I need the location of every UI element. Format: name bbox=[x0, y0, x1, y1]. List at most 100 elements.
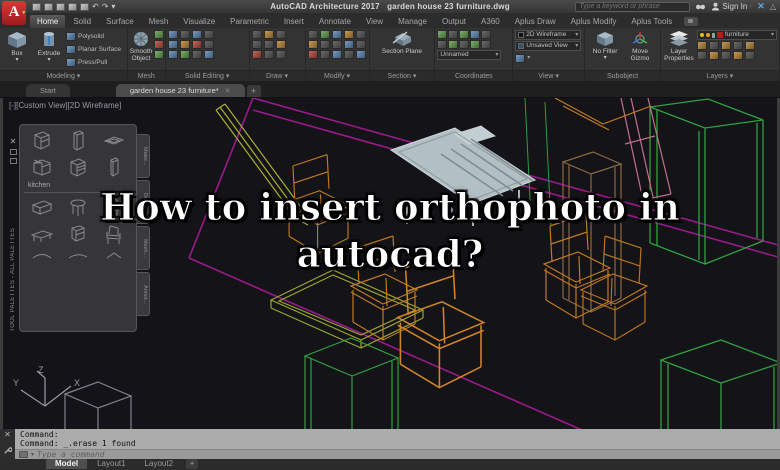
solid-tool-icon[interactable] bbox=[203, 50, 214, 59]
viewport-controls-label[interactable]: [-][Custom View][2D Wireframe] bbox=[9, 101, 121, 110]
file-tab-active[interactable]: garden house 23 furniture* ✕ bbox=[115, 84, 245, 97]
layer-tool-icon[interactable] bbox=[720, 51, 731, 60]
move-gizmo-button[interactable]: Move Gizmo bbox=[625, 30, 655, 62]
tab-annotate[interactable]: Annotate bbox=[312, 15, 358, 28]
tab-parametric[interactable]: Parametric bbox=[223, 15, 276, 28]
subtract-icon[interactable] bbox=[167, 40, 178, 49]
modify-tool-icon[interactable] bbox=[319, 40, 330, 49]
modify-tool-icon[interactable] bbox=[319, 50, 330, 59]
new-layout-button[interactable]: + bbox=[186, 458, 199, 469]
extrude-button[interactable]: Extrude ▾ bbox=[34, 30, 64, 63]
palette-autohide-icon[interactable] bbox=[9, 149, 17, 155]
command-input-row[interactable]: ▾ Type a command bbox=[15, 449, 780, 459]
command-close-icon[interactable]: ✕ bbox=[4, 431, 11, 439]
help-search-input[interactable] bbox=[575, 1, 691, 12]
layer-tool-icon[interactable] bbox=[708, 51, 719, 60]
no-filter-button[interactable]: No Filter ▾ bbox=[590, 30, 620, 61]
ucs-tool-icon[interactable] bbox=[459, 40, 470, 49]
layer-tool-icon[interactable] bbox=[720, 41, 731, 50]
named-view-dropdown[interactable]: Unsaved View ▾ bbox=[515, 41, 582, 51]
layer-tool-icon[interactable] bbox=[708, 41, 719, 50]
draw-tool-icon[interactable] bbox=[263, 50, 274, 59]
panel-label-modeling[interactable]: Modeling ▾ bbox=[0, 70, 127, 81]
ucs-tool-icon[interactable] bbox=[437, 40, 448, 49]
new-drawing-button[interactable]: + bbox=[246, 85, 261, 97]
press-pull-button[interactable]: Press/Pull bbox=[66, 56, 121, 68]
planar-surface-button[interactable]: Planar Surface bbox=[66, 43, 121, 55]
panel-label-solid-editing[interactable]: Solid Editing ▾ bbox=[165, 70, 249, 81]
layer-tool-icon[interactable] bbox=[696, 41, 707, 50]
modify-tool-icon[interactable] bbox=[355, 50, 366, 59]
tab-output[interactable]: Output bbox=[435, 15, 473, 28]
mesh-tool-icon[interactable] bbox=[154, 40, 165, 49]
layer-tool-icon[interactable] bbox=[744, 41, 755, 50]
palette-tool-tall-cabinet-icon[interactable] bbox=[66, 129, 90, 153]
solid-tool-icon[interactable] bbox=[191, 40, 202, 49]
modify-tool-icon[interactable] bbox=[331, 30, 342, 39]
search-icon[interactable] bbox=[695, 2, 707, 11]
undo-icon[interactable]: ↶ bbox=[92, 2, 99, 11]
modify-tool-icon[interactable] bbox=[343, 30, 354, 39]
palette-tool-cabinet-icon[interactable] bbox=[30, 129, 54, 153]
layer-tool-icon[interactable] bbox=[696, 51, 707, 60]
line-icon[interactable] bbox=[251, 30, 262, 39]
ucs-tool-icon[interactable] bbox=[448, 30, 459, 39]
section-plane-button[interactable]: Section Plane bbox=[380, 30, 424, 55]
solid-tool-icon[interactable] bbox=[191, 30, 202, 39]
palette-tool-sink-icon[interactable] bbox=[102, 129, 126, 153]
visual-style-dropdown[interactable]: 2D Wireframe ▾ bbox=[515, 30, 582, 40]
redo-icon[interactable]: ↷ bbox=[102, 2, 109, 11]
panel-label-layers[interactable]: Layers ▾ bbox=[660, 70, 779, 81]
solid-tool-icon[interactable] bbox=[179, 50, 190, 59]
panel-label-section[interactable]: Section ▾ bbox=[369, 70, 435, 81]
open-file-icon[interactable] bbox=[44, 2, 53, 11]
union-icon[interactable] bbox=[167, 30, 178, 39]
ucs-icon[interactable] bbox=[437, 30, 448, 39]
ucs-tool-icon[interactable] bbox=[481, 30, 492, 39]
mesh-tool-icon[interactable] bbox=[154, 30, 165, 39]
sign-in-button[interactable]: Sign In ▾ bbox=[711, 2, 752, 11]
solid-tool-icon[interactable] bbox=[191, 50, 202, 59]
file-tab-start[interactable]: Start bbox=[26, 84, 70, 97]
layer-tool-icon[interactable] bbox=[732, 41, 743, 50]
palette-close-icon[interactable]: ✕ bbox=[10, 138, 17, 146]
save-icon[interactable] bbox=[56, 2, 65, 11]
named-ucs-dropdown[interactable]: Unnamed ▾ bbox=[437, 50, 502, 60]
tab-solid[interactable]: Solid bbox=[66, 15, 98, 28]
panel-label-coordinates[interactable]: Coordinates bbox=[435, 70, 513, 81]
palette-tab-materials[interactable]: Mater... bbox=[137, 134, 150, 178]
draw-tool-icon[interactable] bbox=[263, 40, 274, 49]
tab-mesh[interactable]: Mesh bbox=[142, 15, 176, 28]
viewport-config-icon[interactable] bbox=[515, 53, 526, 63]
media-dropdown-icon[interactable] bbox=[684, 17, 699, 26]
tab-visualize[interactable]: Visualize bbox=[176, 15, 222, 28]
drawing-viewport[interactable]: [-][Custom View][2D Wireframe] ✕ TOOL PA… bbox=[0, 98, 780, 429]
palette-tool-narrow-cabinet-icon[interactable] bbox=[102, 156, 126, 180]
polysolid-button[interactable]: Polysolid bbox=[66, 30, 121, 42]
ucs-tool-icon[interactable] bbox=[459, 30, 470, 39]
tab-home[interactable]: Home bbox=[30, 15, 66, 28]
tab-aplus-modify[interactable]: Aplus Modify bbox=[564, 15, 624, 28]
panel-label-modify[interactable]: Modify ▾ bbox=[305, 70, 369, 81]
layer-properties-button[interactable]: Layer Properties bbox=[663, 30, 695, 62]
ucs-tool-icon[interactable] bbox=[448, 40, 459, 49]
palette-tool-drawer-cabinet-icon[interactable] bbox=[66, 156, 90, 180]
help-icon[interactable]: △ bbox=[770, 2, 776, 11]
modify-tool-icon[interactable] bbox=[343, 40, 354, 49]
exchange-apps-icon[interactable]: ✕ bbox=[757, 1, 765, 12]
close-tab-icon[interactable]: ✕ bbox=[225, 87, 231, 95]
tab-view[interactable]: View bbox=[359, 15, 390, 28]
tab-layout1[interactable]: Layout1 bbox=[88, 458, 134, 469]
command-customize-icon[interactable] bbox=[3, 446, 12, 455]
rotate-icon[interactable] bbox=[307, 40, 318, 49]
layer-dropdown[interactable]: furniture ▾ bbox=[696, 30, 777, 40]
tab-layout2[interactable]: Layout2 bbox=[136, 458, 182, 469]
ucs-tool-icon[interactable] bbox=[470, 30, 481, 39]
save-as-icon[interactable] bbox=[68, 2, 77, 11]
modify-tool-icon[interactable] bbox=[319, 30, 330, 39]
panel-label-view[interactable]: View ▾ bbox=[513, 70, 585, 81]
new-file-icon[interactable] bbox=[32, 2, 41, 11]
solid-tool-icon[interactable] bbox=[203, 40, 214, 49]
ucs-tool-icon[interactable] bbox=[481, 40, 492, 49]
modify-tool-icon[interactable] bbox=[343, 50, 354, 59]
